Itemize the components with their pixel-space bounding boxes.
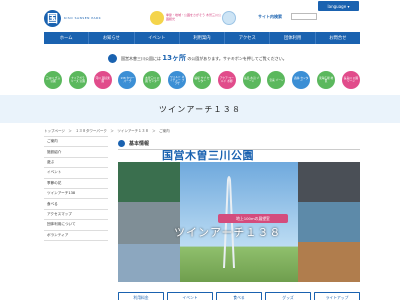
sidebar-item-group-use[interactable]: 団体利用について: [44, 220, 108, 231]
park-link[interactable]: 三派川 ぎふ 公園: [44, 71, 62, 89]
nav-news[interactable]: お知らせ: [89, 32, 135, 44]
food-button[interactable]: 食べる: [216, 292, 262, 300]
site-logo[interactable]: 国 KISO SANSEN PARK 国営木曽三川公園: [44, 9, 254, 162]
sidebar-item-twin-arch[interactable]: ツインアーチ138: [44, 189, 108, 200]
page-title: ツインアーチ１３８: [158, 104, 242, 114]
notice-prefix: 国営木曽三川公園には: [121, 56, 161, 61]
photo-tile: [298, 162, 360, 202]
photo-title: ツインアーチ１３８: [174, 226, 282, 239]
park-link[interactable]: 長島 水辺 ゾーン: [242, 71, 261, 89]
mascots: 季節・地域・公園をさがそう 木曽三川公園観光: [150, 11, 240, 31]
event-button[interactable]: イベント: [167, 292, 213, 300]
notice-highlight: 13ヶ所: [162, 54, 187, 62]
main-content: 基本情報 地上100mの展望室 ツインアーチ１３８ 利用料金 イベント 食べる …: [118, 138, 360, 300]
site-search-label[interactable]: サイト内検索: [258, 14, 282, 20]
sidebar-item-events[interactable]: イベント: [44, 168, 108, 179]
global-nav: ホーム お知らせ イベント 利用案内 アクセス 団体利用 お問合せ: [44, 32, 360, 44]
sidebar-item-eat[interactable]: 食べる: [44, 199, 108, 210]
section-title: 基本情報: [129, 141, 150, 147]
photo-tile: [118, 162, 180, 202]
hero-photo-collage: 地上100mの展望室 ツインアーチ１３８: [118, 162, 360, 282]
park-link[interactable]: 宝来 ゾーン: [267, 71, 286, 89]
photo-tile: [118, 244, 180, 282]
nav-contact[interactable]: お問合せ: [316, 32, 360, 44]
photo-tile: [298, 202, 360, 242]
sidebar: ご案内 施設紹介 遊ぶ イベント 季節の花 ツインアーチ138 食べる アクセス…: [44, 136, 108, 286]
observatory-banner: 地上100mの展望室: [218, 214, 288, 223]
nav-events[interactable]: イベント: [135, 32, 180, 44]
park-link[interactable]: 河川 環境楽園: [93, 71, 112, 89]
nav-group[interactable]: 団体利用: [270, 32, 316, 44]
fee-button[interactable]: 利用料金: [118, 292, 164, 300]
mascot-sun-icon: [150, 11, 164, 25]
mascot-fish-icon: [222, 11, 236, 25]
feature-buttons: 利用料金 イベント 食べる グッズ ライトアップ: [118, 292, 360, 300]
section-header: 基本情報: [118, 138, 360, 150]
lightup-button[interactable]: ライトアップ: [314, 292, 360, 300]
photo-tile: [118, 202, 180, 244]
nav-home[interactable]: ホーム: [44, 32, 90, 44]
sidebar-item-play[interactable]: 遊ぶ: [44, 158, 108, 169]
sidebar-item-volunteer[interactable]: ボランティア: [44, 231, 108, 241]
sidebar-item-access-map[interactable]: アクセスマップ: [44, 210, 108, 221]
park-link[interactable]: ナイアガラ ミーズ 公園: [68, 71, 87, 89]
park-link[interactable]: 木曽三川 公園 センター: [143, 71, 162, 89]
park-link[interactable]: ワイルド ネイチャー プラザ: [168, 71, 187, 89]
sidebar-item-guide[interactable]: ご案内: [44, 137, 108, 148]
breadcrumb[interactable]: トップページ ＞ １３８タワーパーク ＞ ツインアーチ１３８ ＞ ご案内: [44, 129, 344, 134]
notice-suffix: の公園があります。サテキポンを押してご覧ください。: [187, 56, 287, 61]
header-tagline: 季節・地域・公園をさがそう 木曽三川公園観光: [166, 13, 221, 21]
nav-guide[interactable]: 利用案内: [180, 32, 226, 44]
park-notice: 国営木曽三川公園には 13ヶ所 の公園があります。サテキポンを押してご覧ください…: [108, 50, 348, 66]
language-button[interactable]: language ▾: [318, 1, 359, 11]
info-icon: [118, 140, 125, 147]
sidebar-item-flowers[interactable]: 季節の花: [44, 179, 108, 189]
page-title-bar: ツインアーチ１３８: [0, 95, 400, 123]
park-link[interactable]: アクア ワールド 水郷: [217, 71, 236, 89]
nav-access[interactable]: アクセス: [225, 32, 271, 44]
search-input[interactable]: [291, 13, 317, 20]
sidebar-item-facilities[interactable]: 施設紹介: [44, 147, 108, 158]
info-icon: [108, 53, 117, 63]
park-link[interactable]: 138 タワー パーク: [118, 71, 137, 89]
logo-mark: 国: [44, 9, 61, 27]
park-link[interactable]: 東海広場 地区: [317, 71, 336, 89]
park-link[interactable]: 森林 センター: [292, 71, 311, 89]
park-link[interactable]: 長良川 公園 ゾーン: [341, 71, 360, 89]
goods-button[interactable]: グッズ: [265, 292, 311, 300]
park-link[interactable]: 桜堤 サブ センター: [192, 71, 211, 89]
photo-tile: [298, 242, 360, 282]
logo-subtitle: KISO SANSEN PARK: [64, 16, 102, 20]
site-header: 国 KISO SANSEN PARK 国営木曽三川公園 季節・地域・公園をさがそ…: [0, 0, 400, 162]
park-links: 三派川 ぎふ 公園 ナイアガラ ミーズ 公園 河川 環境楽園 138 タワー パ…: [44, 71, 360, 93]
